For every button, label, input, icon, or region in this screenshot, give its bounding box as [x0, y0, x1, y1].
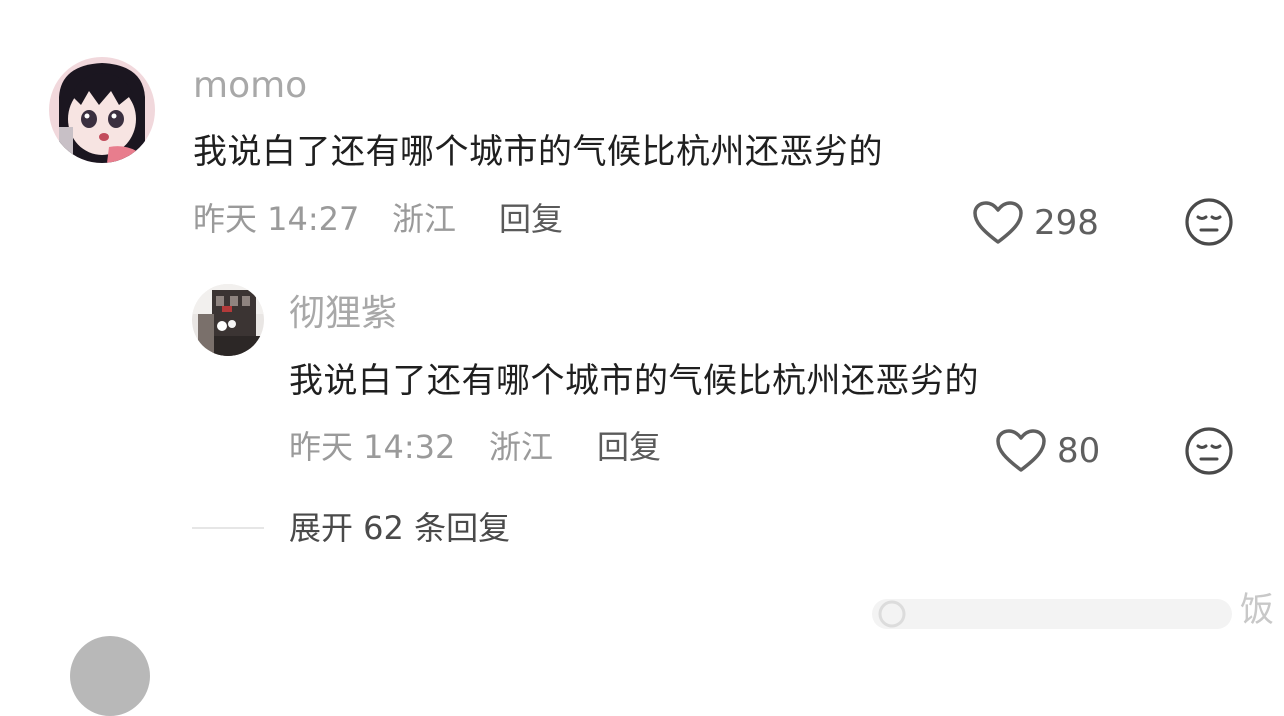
- avatar[interactable]: [49, 57, 155, 163]
- watermark-text: 饭: [1240, 590, 1274, 630]
- reply-text: 我说白了还有哪个城市的气候比杭州还恶劣的: [289, 361, 979, 401]
- reply-like-button[interactable]: 80: [995, 428, 1100, 474]
- like-button[interactable]: 298: [972, 200, 1099, 246]
- reply-reply-button[interactable]: 回复: [597, 427, 661, 467]
- reply-username[interactable]: 彻狸紫: [289, 294, 397, 334]
- comment-username[interactable]: momo: [193, 66, 307, 106]
- neutral-face-icon: [1185, 198, 1233, 246]
- next-comment-avatar[interactable]: [70, 636, 150, 716]
- reaction-button[interactable]: [1184, 197, 1234, 251]
- comment-location: 浙江: [392, 200, 457, 238]
- expand-replies-button[interactable]: 展开 62 条回复: [289, 508, 510, 548]
- expand-divider: [192, 527, 264, 529]
- heart-icon: [996, 429, 1046, 472]
- reply-location: 浙江: [489, 428, 554, 466]
- like-count: 298: [1034, 203, 1099, 243]
- comment-time: 昨天 14:27: [193, 200, 360, 238]
- heart-icon: [973, 201, 1023, 244]
- reply-like-count: 80: [1057, 431, 1101, 471]
- reply-button[interactable]: 回复: [499, 199, 563, 239]
- reply-time: 昨天 14:32: [289, 428, 456, 466]
- comment-text: 我说白了还有哪个城市的气候比杭州还恶劣的: [193, 132, 883, 172]
- neutral-face-icon: [1185, 427, 1233, 475]
- anime-avatar-image: [49, 57, 155, 163]
- reply-reaction-button[interactable]: [1184, 426, 1234, 480]
- street-photo-avatar-image: [192, 284, 264, 356]
- watermark-logo: [872, 599, 1232, 629]
- reply-avatar[interactable]: [192, 284, 264, 356]
